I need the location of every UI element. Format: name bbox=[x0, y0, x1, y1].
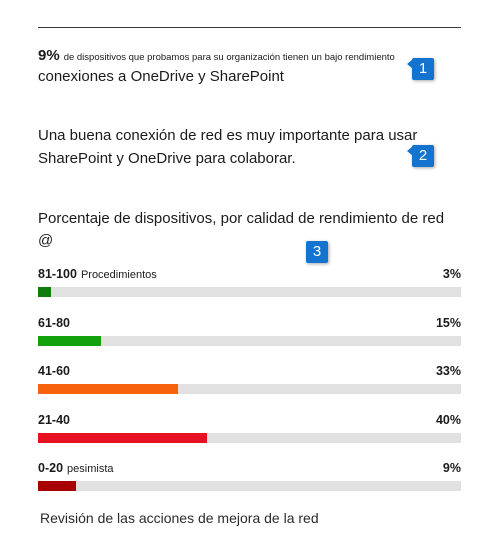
progress-track bbox=[38, 433, 461, 443]
row-range-label: 0-20 bbox=[38, 461, 64, 475]
row-percent: 40% bbox=[435, 413, 461, 427]
callout-2-badge: 2 bbox=[407, 145, 434, 167]
summary-text: de dispositivos que probamos para su org… bbox=[63, 52, 395, 63]
row-description: Procedimientos bbox=[80, 269, 157, 281]
progress-fill bbox=[38, 287, 51, 297]
row-description: pesimista bbox=[67, 463, 114, 475]
quality-row-81-100: 81-100 Procedimientos 3% bbox=[38, 267, 461, 297]
section-heading: Porcentaje de dispositivos, por calidad … bbox=[38, 210, 445, 249]
quality-row-61-80: 61-80 15% bbox=[38, 316, 461, 346]
network-improvement-actions-link[interactable]: Revisión de las acciones de mejora de la… bbox=[40, 510, 319, 526]
progress-track bbox=[38, 481, 461, 491]
quality-row-0-20: 0-20 pesimista 9% bbox=[38, 461, 461, 491]
progress-fill bbox=[38, 336, 102, 346]
row-range-label: 81-100 bbox=[38, 267, 77, 281]
top-divider bbox=[38, 27, 461, 28]
progress-fill bbox=[38, 481, 77, 491]
quality-row-41-60: 41-60 33% bbox=[38, 364, 461, 394]
row-percent: 9% bbox=[442, 461, 461, 475]
progress-track bbox=[38, 384, 461, 394]
progress-track bbox=[38, 287, 461, 297]
row-range-label: 41-60 bbox=[38, 364, 70, 378]
progress-fill bbox=[38, 384, 178, 394]
callout-1-badge: 1 bbox=[407, 58, 434, 80]
row-range-label: 21-40 bbox=[38, 413, 70, 427]
summary-percent: 9% bbox=[38, 47, 60, 64]
row-percent: 15% bbox=[435, 316, 461, 330]
progress-fill bbox=[38, 433, 208, 443]
callout-3-badge: 3 bbox=[306, 241, 328, 263]
row-range-label: 61-80 bbox=[38, 316, 70, 330]
progress-track bbox=[38, 336, 461, 346]
row-percent: 3% bbox=[442, 267, 461, 281]
network-importance-note: Una buena conexión de red es muy importa… bbox=[38, 127, 418, 167]
quality-row-21-40: 21-40 40% bbox=[38, 413, 461, 443]
row-percent: 33% bbox=[435, 364, 461, 378]
